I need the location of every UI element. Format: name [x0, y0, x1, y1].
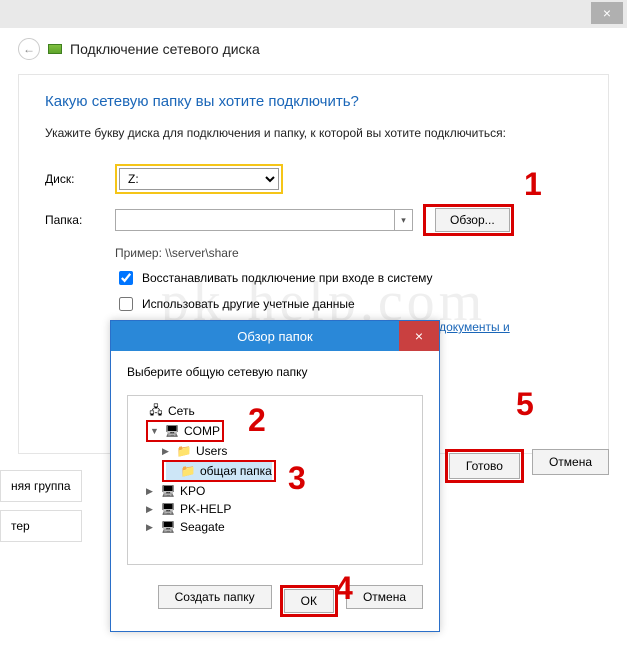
folder-icon: [176, 444, 192, 458]
homegroup-fragment: няя группа: [0, 470, 82, 502]
close-icon: ×: [603, 5, 611, 21]
folder-row: Папка: ▾ Обзор...: [45, 204, 582, 236]
wizard-footer: Готово Отмена: [445, 449, 609, 483]
wizard-title: Подключение сетевого диска: [70, 41, 260, 57]
browse-dialog-title: Обзор папок: [237, 329, 312, 344]
folder-input[interactable]: [115, 209, 395, 231]
done-button[interactable]: Готово: [449, 453, 520, 479]
wizard-instruction: Укажите букву диска для подключения и па…: [45, 126, 582, 140]
computer-icon: [160, 520, 176, 534]
tree-label: Сеть: [168, 404, 195, 418]
tree-row: ▼ COMP: [146, 420, 416, 442]
expand-icon[interactable]: ▶: [146, 504, 156, 515]
back-arrow-icon: ←: [23, 42, 35, 56]
expand-icon[interactable]: ▶: [146, 486, 156, 497]
drive-row: Диск: Z:: [45, 164, 582, 194]
outer-close-button[interactable]: ×: [591, 2, 623, 24]
tree-label: Users: [196, 444, 227, 458]
other-creds-row: Использовать другие учетные данные: [115, 294, 582, 314]
tree-label: PK-HELP: [180, 502, 231, 516]
wizard-header: ← Подключение сетевого диска: [0, 28, 627, 70]
reconnect-row: Восстанавливать подключение при входе в …: [115, 268, 582, 288]
folder-tree[interactable]: Сеть ▼ COMP ▶ Users: [127, 395, 423, 565]
tree-node-shared-folder[interactable]: общая папка: [166, 462, 272, 480]
browse-dialog-titlebar[interactable]: Обзор папок ×: [111, 321, 439, 351]
reconnect-checkbox[interactable]: [119, 271, 133, 285]
tree-highlight: ▼ COMP: [146, 420, 224, 442]
other-creds-checkbox[interactable]: [119, 297, 133, 311]
wizard-question: Какую сетевую папку вы хотите подключить…: [45, 93, 582, 110]
tree-node-kpo[interactable]: ▶ KPO: [146, 482, 416, 500]
explorer-sidebar-fragment: няя группа тер: [0, 470, 82, 550]
drive-select[interactable]: Z:: [119, 168, 279, 190]
folder-example: Пример: \\server\share: [115, 246, 582, 260]
expand-icon[interactable]: ▶: [162, 446, 172, 457]
tree-node-users[interactable]: ▶ Users: [162, 442, 416, 460]
tree-node-comp[interactable]: ▼ COMP: [150, 422, 220, 440]
close-icon: ×: [415, 328, 423, 344]
network-drive-icon: [48, 44, 62, 54]
browse-cancel-button[interactable]: Отмена: [346, 585, 423, 609]
folder-dropdown-arrow-icon[interactable]: ▾: [395, 209, 413, 231]
annotation-3: 3: [288, 460, 306, 497]
tree-label: KPO: [180, 484, 205, 498]
drive-label: Диск:: [45, 172, 105, 186]
browse-button[interactable]: Обзор...: [435, 208, 510, 232]
reconnect-label: Восстанавливать подключение при входе в …: [142, 271, 433, 285]
annotation-5: 5: [516, 386, 534, 423]
computer-icon: [160, 502, 176, 516]
expand-icon[interactable]: ▼: [150, 426, 160, 436]
computer-fragment: тер: [0, 510, 82, 542]
outer-title-bar: ×: [0, 0, 627, 28]
tree-label: COMP: [184, 424, 220, 438]
ok-highlight: ОК: [280, 585, 338, 617]
tree-node-network[interactable]: Сеть: [134, 402, 416, 420]
expand-icon[interactable]: ▶: [146, 522, 156, 533]
computer-icon: [160, 484, 176, 498]
browse-highlight: Обзор...: [423, 204, 514, 236]
back-button[interactable]: ←: [18, 38, 40, 60]
folder-icon: [180, 464, 196, 478]
tree-node-seagate[interactable]: ▶ Seagate: [146, 518, 416, 536]
wizard-cancel-button[interactable]: Отмена: [532, 449, 609, 475]
folder-label: Папка:: [45, 213, 105, 227]
drive-highlight: Z:: [115, 164, 283, 194]
annotation-4: 4: [335, 570, 353, 607]
ok-button[interactable]: ОК: [284, 589, 334, 613]
tree-label: Seagate: [180, 520, 225, 534]
annotation-2: 2: [248, 402, 266, 439]
browse-dialog-body: Выберите общую сетевую папку Сеть ▼ COMP…: [111, 351, 439, 575]
tree-node-pkhelp[interactable]: ▶ PK-HELP: [146, 500, 416, 518]
browse-folders-dialog: Обзор папок × Выберите общую сетевую пап…: [110, 320, 440, 632]
new-folder-button[interactable]: Создать папку: [158, 585, 272, 609]
annotation-1: 1: [524, 166, 542, 203]
browse-dialog-close-button[interactable]: ×: [399, 321, 439, 351]
tree-highlight: общая папка: [162, 460, 276, 482]
done-highlight: Готово: [445, 449, 524, 483]
browse-dialog-instruction: Выберите общую сетевую папку: [127, 365, 423, 379]
other-creds-label: Использовать другие учетные данные: [142, 297, 355, 311]
tree-label: общая папка: [200, 464, 272, 478]
folder-combo: ▾: [115, 209, 413, 231]
computer-icon: [164, 424, 180, 438]
network-icon: [148, 401, 164, 422]
browse-dialog-footer: Создать папку ОК Отмена: [111, 575, 439, 631]
